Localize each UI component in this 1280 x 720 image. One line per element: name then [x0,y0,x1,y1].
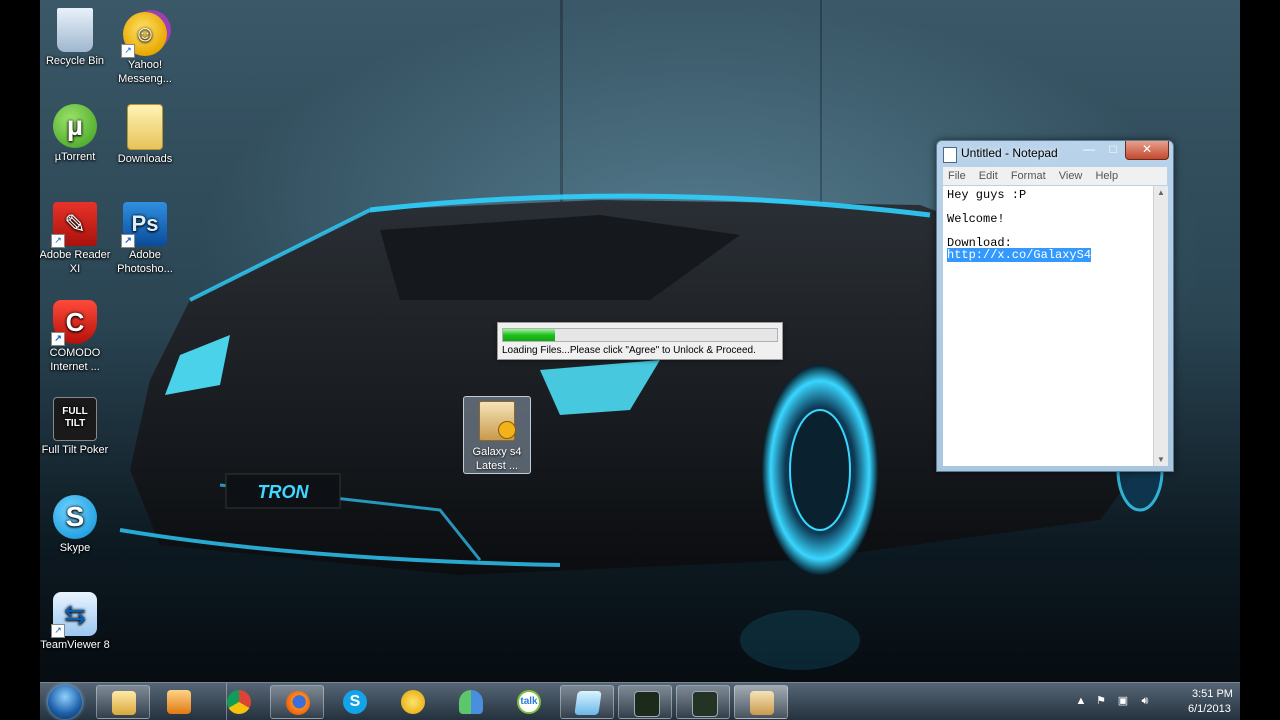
taskbar-chrome[interactable] [212,685,266,719]
progress-fill [503,329,556,341]
network-icon[interactable]: ▣ [1116,694,1130,708]
desktop-icon-recycle-bin[interactable]: Recycle Bin [40,8,111,68]
taskbar-notepad[interactable] [560,685,614,719]
minimize-button[interactable]: — [1077,141,1101,159]
desktop-icon-label: Adobe Photosho... [117,249,173,275]
taskbar-google-talk[interactable]: talk [502,685,556,719]
skype-icon: S [343,690,367,714]
system-tray: ▲ ⚑ ▣ 🔊︎ 3:51 PM 6/1/2013 [1070,683,1240,720]
taskbar-yahoo-messenger[interactable] [386,685,440,719]
firefox-icon [286,691,310,715]
recycle-bin-icon [57,8,93,52]
desktop-icon-comodo[interactable]: C ↗ COMODO Internet ... [40,300,111,374]
progress-bar [502,328,778,342]
menu-format[interactable]: Format [1006,167,1051,185]
installer-icon [750,691,774,715]
desktop-icon-label: Downloads [117,153,173,165]
terminal-icon [634,691,660,717]
taskbar-firefox[interactable] [270,685,324,719]
yahoo-messenger-icon [401,690,425,714]
google-talk-icon: talk [517,690,541,714]
desktop-icon-full-tilt-poker[interactable]: FULL TILT Full Tilt Poker [40,397,111,457]
desktop-icon-label: Galaxy s4 Latest ... [472,446,522,472]
photoshop-icon: Ps ↗ [121,202,167,248]
volume-icon[interactable]: 🔊︎ [1138,694,1152,708]
car-badge-text: TRON [258,482,310,502]
menu-edit[interactable]: Edit [974,167,1003,185]
full-tilt-poker-icon: FULL TILT [53,397,97,441]
desktop-icon-label: Recycle Bin [45,55,105,67]
desktop-icon-galaxy-s4[interactable]: Galaxy s4 Latest ... [463,396,531,474]
desktop-icon-skype[interactable]: S Skype [40,495,111,555]
loading-text: Loading Files...Please click "Agree" to … [502,345,756,356]
loading-dialog[interactable]: Loading Files...Please click "Agree" to … [497,322,783,360]
scroll-up-arrow-icon[interactable]: ▲ [1154,188,1168,197]
installer-badge-icon [498,421,516,439]
desktop-icon-adobe-reader[interactable]: ✎ ↗ Adobe Reader XI [40,202,111,276]
menu-view[interactable]: View [1054,167,1088,185]
contacts-icon [459,690,483,714]
desktop-icon-photoshop[interactable]: Ps ↗ Adobe Photosho... [109,202,181,276]
desktop-icon-label: COMODO Internet ... [49,347,101,373]
desktop-icon-label: Skype [59,542,91,554]
desktop-icon-label: Yahoo! Messeng... [118,59,172,85]
utorrent-icon: µ [53,104,97,148]
desktop-icon-label: µTorrent [54,151,96,163]
taskbar-contacts[interactable] [444,685,498,719]
windows-explorer-icon [112,691,136,715]
desktop-icon-label: Full Tilt Poker [41,444,109,456]
skype-icon: S [53,495,97,539]
media-player-icon [167,690,191,714]
teamviewer-icon: ⇆ ↗ [51,592,97,638]
yahoo-messenger-icon: ☺ ↗ [121,12,167,58]
close-button[interactable]: ✕ [1125,141,1169,160]
photoshop-glyph: Ps [131,211,159,236]
window-title: Untitled - Notepad [961,146,1058,160]
desktop-icon-yahoo-messenger[interactable]: ☺ ↗ Yahoo! Messeng... [109,12,181,86]
scroll-down-arrow-icon[interactable]: ▼ [1154,455,1168,464]
text-line: Welcome! [947,212,1005,226]
taskbar-game[interactable] [676,685,730,719]
start-orb-icon [48,685,82,719]
desktop-icon-downloads[interactable]: Downloads [109,104,181,166]
notepad-app-icon [943,147,957,163]
adobe-reader-icon: ✎ ↗ [51,202,97,248]
folder-icon [127,104,163,150]
comodo-icon: C ↗ [51,300,97,346]
taskbar-skype[interactable]: S [328,685,382,719]
taskbar-terminal[interactable] [618,685,672,719]
clock-time[interactable]: 3:51 PM [1192,688,1233,700]
desktop[interactable]: TRON Recycle Bin µ µTorrent ✎ ↗ Adobe Rea… [40,0,1240,720]
show-hidden-icons-chevron-up-icon[interactable]: ▲ [1074,694,1088,708]
taskbar-installer[interactable] [734,685,788,719]
start-button[interactable] [46,683,86,720]
notepad-window[interactable]: Untitled - Notepad — □ ✕ File Edit Forma… [936,140,1174,472]
text-line: Hey guys :P [947,188,1027,202]
action-center-flag-icon[interactable]: ⚑ [1094,694,1108,708]
vertical-scrollbar[interactable]: ▲ ▼ [1153,186,1168,466]
clock-date[interactable]: 6/1/2013 [1188,703,1231,715]
desktop-icon-label: Adobe Reader XI [40,249,111,275]
menu-help[interactable]: Help [1090,167,1123,185]
game-icon [692,691,718,717]
desktop-icon-label: TeamViewer 8 [40,639,110,651]
menu-bar: File Edit Format View Help [943,167,1167,185]
taskbar-windows-explorer[interactable] [96,685,150,719]
desktop-icon-utorrent[interactable]: µ µTorrent [40,104,111,164]
maximize-button[interactable]: □ [1101,141,1125,159]
taskbar: S talk ▲ ⚑ ▣ 🔊︎ 3:51 PM 6/1/2013 [40,682,1240,720]
text-editor[interactable]: Hey guys :P Welcome! Download: http://x.… [943,186,1153,466]
notepad-icon [574,691,602,715]
taskbar-media-player[interactable] [152,685,206,719]
selected-link-text[interactable]: http://x.co/GalaxyS4 [947,248,1092,262]
desktop-icon-teamviewer[interactable]: ⇆ ↗ TeamViewer 8 [40,592,111,652]
show-desktop-button[interactable] [226,683,239,720]
menu-file[interactable]: File [943,167,971,185]
